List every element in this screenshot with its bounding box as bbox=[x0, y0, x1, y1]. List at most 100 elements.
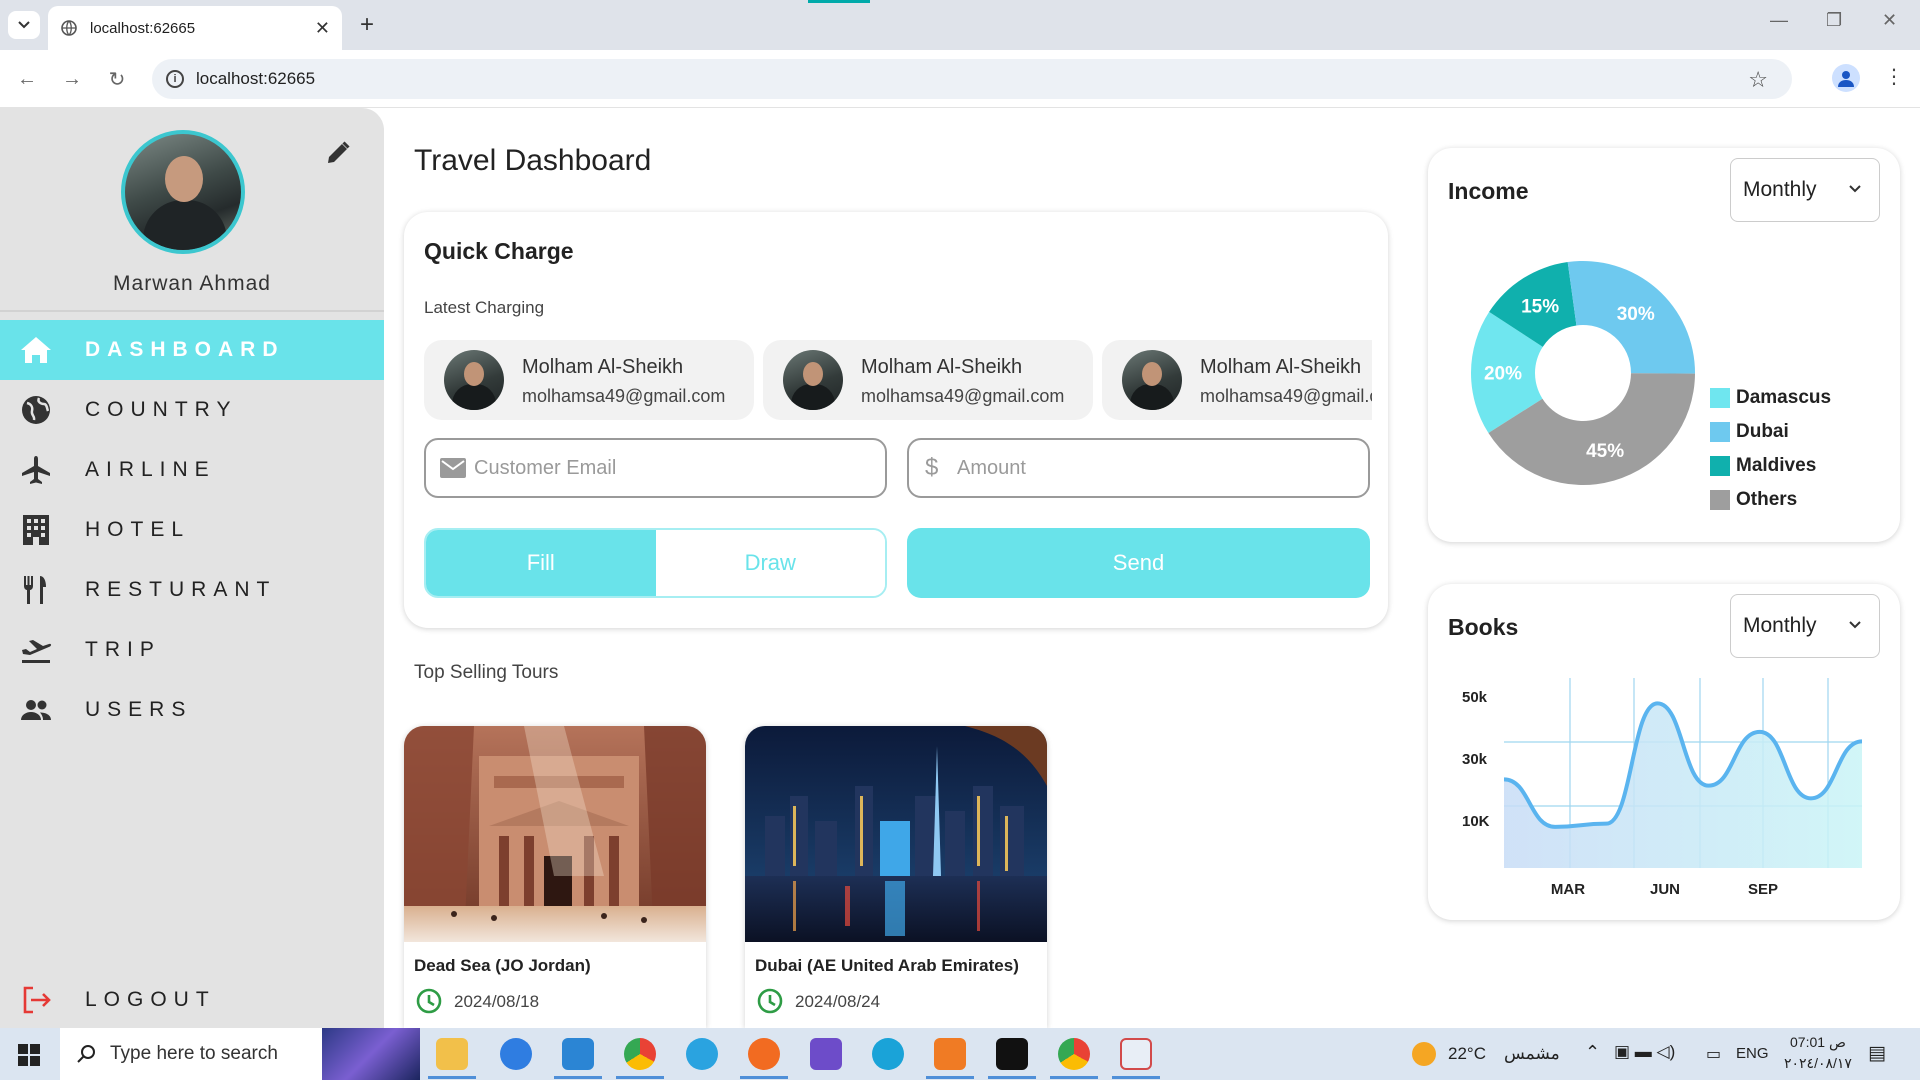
avatar bbox=[783, 350, 843, 410]
pie-slice-label: 20% bbox=[1484, 364, 1522, 385]
recent-charge-item[interactable]: Molham Al-Sheikh molhamsa49@gmail.com bbox=[763, 340, 1093, 420]
petra-treasury-image bbox=[404, 726, 706, 942]
recent-charge-item[interactable]: Molham Al-Sheikh molhamsa49@gmail.com bbox=[424, 340, 754, 420]
windows-start-icon[interactable] bbox=[18, 1044, 40, 1066]
quick-charge-card: Quick Charge Latest Charging Molham Al-S… bbox=[404, 212, 1388, 628]
logout-icon bbox=[23, 986, 51, 1014]
reload-icon[interactable]: ↻ bbox=[102, 64, 132, 94]
tour-card[interactable]: Dubai (AE United Arab Emirates) 2024/08/… bbox=[745, 726, 1047, 1028]
avatar bbox=[444, 350, 504, 410]
amount-input[interactable]: $ Amount bbox=[907, 438, 1370, 498]
site-info-icon[interactable]: i bbox=[166, 70, 184, 88]
income-period-value: Monthly bbox=[1743, 178, 1817, 201]
legend-item: Others bbox=[1710, 488, 1797, 512]
terminal-icon[interactable] bbox=[996, 1038, 1028, 1070]
y-tick-label: 50k bbox=[1462, 689, 1488, 706]
sidebar-item-airline[interactable]: AIRLINE bbox=[0, 440, 384, 500]
sidebar-item-country[interactable]: COUNTRY bbox=[0, 380, 384, 440]
sidebar-item-label: COUNTRY bbox=[85, 398, 238, 421]
vscode-icon[interactable] bbox=[562, 1038, 594, 1070]
charger-name: Molham Al-Sheikh bbox=[1200, 356, 1362, 378]
address-bar[interactable]: i localhost:62665 ☆ bbox=[152, 59, 1792, 99]
translator-app-icon[interactable] bbox=[500, 1038, 532, 1070]
send-button[interactable]: Send bbox=[907, 528, 1370, 598]
area-fill bbox=[1504, 703, 1862, 868]
tab-group-indicator bbox=[808, 0, 870, 3]
telegram-icon[interactable] bbox=[686, 1038, 718, 1070]
windows-taskbar: Type here to search 22°C مشمس ⌃ ▣ ▬ ◁) ▭… bbox=[0, 1028, 1920, 1080]
fill-button[interactable]: Fill bbox=[426, 530, 656, 596]
books-period-select[interactable]: Monthly bbox=[1730, 594, 1880, 658]
charger-email: molhamsa49@gmail.com bbox=[1200, 386, 1372, 406]
sidebar-item-users[interactable]: USERS bbox=[0, 680, 384, 740]
close-tab-icon[interactable]: ✕ bbox=[315, 18, 330, 39]
income-period-select[interactable]: Monthly bbox=[1730, 158, 1880, 222]
charger-name: Molham Al-Sheikh bbox=[861, 356, 1023, 378]
sidebar-item-trip[interactable]: TRIP bbox=[0, 620, 384, 680]
clock-time[interactable]: 07:01 ص bbox=[1790, 1034, 1846, 1051]
minimize-icon[interactable]: — bbox=[1770, 10, 1788, 31]
tray-chevron-up-icon[interactable]: ⌃ bbox=[1585, 1042, 1600, 1063]
globe-icon bbox=[61, 20, 77, 36]
tour-name: Dead Sea (JO Jordan) bbox=[414, 956, 591, 975]
taskbar-search-box[interactable]: Type here to search bbox=[60, 1028, 420, 1080]
close-window-icon[interactable]: ✕ bbox=[1882, 10, 1897, 31]
tray-network-icon[interactable]: ▣ ▬ ◁) bbox=[1614, 1042, 1675, 1062]
tab-title: localhost:62665 bbox=[90, 19, 196, 37]
notifications-icon[interactable]: ▤ bbox=[1868, 1042, 1886, 1065]
y-tick-label: 10K bbox=[1462, 813, 1490, 830]
legend-label: Maldives bbox=[1736, 455, 1817, 476]
restore-icon[interactable]: ❐ bbox=[1826, 10, 1842, 31]
sidebar-item-label: RESTURANT bbox=[85, 578, 277, 601]
postman-icon[interactable] bbox=[748, 1038, 780, 1070]
edit-pencil-icon[interactable] bbox=[323, 138, 353, 168]
bookmark-star-icon[interactable]: ☆ bbox=[1748, 67, 1768, 93]
weather-text[interactable]: مشمس bbox=[1504, 1044, 1560, 1064]
browser-menu-icon[interactable]: ⋮ bbox=[1884, 64, 1904, 89]
sidebar-item-label: AIRLINE bbox=[85, 458, 216, 481]
divider bbox=[0, 310, 384, 312]
feedback-app-icon[interactable] bbox=[810, 1038, 842, 1070]
tour-card[interactable]: Dead Sea (JO Jordan) 2024/08/18 bbox=[404, 726, 706, 1028]
customer-email-input[interactable]: Customer Email bbox=[424, 438, 887, 498]
weather-icon[interactable] bbox=[1412, 1042, 1436, 1066]
xampp-icon[interactable] bbox=[934, 1038, 966, 1070]
legend-swatch bbox=[1710, 490, 1730, 510]
recent-charge-item[interactable]: Molham Al-Sheikh molhamsa49@gmail.com bbox=[1102, 340, 1372, 420]
clock-date[interactable]: ٢٠٢٤/٠٨/١٧ bbox=[1784, 1055, 1852, 1072]
x-tick-label: JUN bbox=[1650, 881, 1680, 898]
books-area-chart: 50k 30k 10K MAR JUN SEP bbox=[1462, 678, 1863, 898]
chrome-profile-icon[interactable] bbox=[1058, 1038, 1090, 1070]
address-bar-url[interactable]: localhost:62665 bbox=[196, 69, 315, 89]
hotel-icon bbox=[23, 515, 49, 545]
sidebar-item-dashboard[interactable]: DASHBOARD bbox=[0, 320, 384, 380]
profile-icon[interactable] bbox=[1832, 64, 1860, 92]
tab-search-button[interactable] bbox=[8, 11, 40, 39]
tour-date: 2024/08/24 bbox=[795, 992, 881, 1011]
flutter-app-icon[interactable] bbox=[1120, 1038, 1152, 1070]
language-indicator[interactable]: ENG bbox=[1736, 1045, 1769, 1062]
tour-date: 2024/08/18 bbox=[454, 992, 540, 1011]
pie-slice-label: 30% bbox=[1617, 304, 1655, 325]
clock-icon bbox=[416, 988, 442, 1014]
sidebar-item-resturant[interactable]: RESTURANT bbox=[0, 560, 384, 620]
weather-temperature[interactable]: 22°C bbox=[1448, 1044, 1486, 1064]
tray-display-icon[interactable]: ▭ bbox=[1706, 1044, 1721, 1064]
logout-button[interactable]: LOGOUT bbox=[0, 970, 384, 1030]
edge-icon[interactable] bbox=[872, 1038, 904, 1070]
sidebar-item-label: HOTEL bbox=[85, 518, 191, 541]
forward-arrow-icon[interactable]: → bbox=[57, 64, 87, 94]
home-icon bbox=[21, 337, 51, 363]
chrome-icon[interactable] bbox=[624, 1038, 656, 1070]
file-explorer-icon[interactable] bbox=[436, 1038, 468, 1070]
new-tab-button[interactable]: + bbox=[352, 10, 382, 40]
user-avatar[interactable] bbox=[121, 130, 245, 254]
pie-slice-label: 15% bbox=[1521, 296, 1559, 317]
browser-tab[interactable]: localhost:62665 ✕ bbox=[48, 6, 342, 50]
sidebar-item-hotel[interactable]: HOTEL bbox=[0, 500, 384, 560]
clock-icon bbox=[757, 988, 783, 1014]
quick-charge-title: Quick Charge bbox=[424, 238, 574, 264]
fill-draw-toggle: Fill Draw bbox=[424, 528, 887, 598]
back-arrow-icon[interactable]: ← bbox=[12, 64, 42, 94]
draw-button[interactable]: Draw bbox=[655, 530, 885, 596]
